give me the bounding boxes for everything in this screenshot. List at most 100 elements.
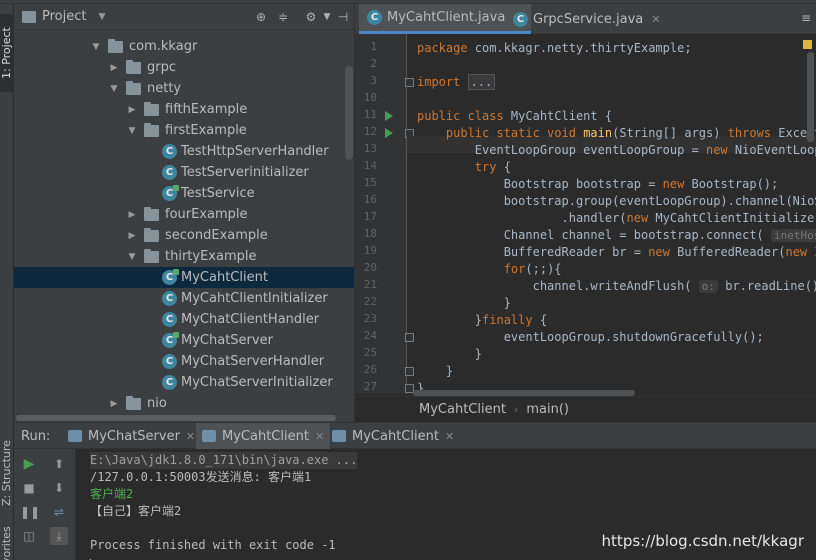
- hide-panel-icon[interactable]: ⊣: [336, 10, 350, 24]
- gear-icon[interactable]: ⚙: [304, 10, 318, 24]
- code-line: channel.writeAndFlush( o: br.readLine()+…: [417, 279, 816, 293]
- run-tab-label: MyCahtClient: [222, 428, 309, 444]
- fold-icon[interactable]: [405, 333, 414, 342]
- close-icon[interactable]: ✕: [651, 13, 660, 26]
- chevron-down-icon[interactable]: ▼: [90, 42, 102, 52]
- tree-package-thirtyexample[interactable]: ▼ thirtyExample: [14, 246, 354, 267]
- fold-icon[interactable]: [405, 367, 414, 376]
- tree-class-mycahtclientinitializer[interactable]: C MyCahtClientInitializer: [14, 288, 354, 309]
- chevron-right-icon[interactable]: ▶: [126, 210, 138, 220]
- project-horizontal-scrollbar[interactable]: [14, 414, 354, 422]
- code-line: for(;;){: [503, 262, 562, 276]
- tool-tab-favorites[interactable]: vorites: [0, 526, 14, 560]
- scroll-thumb[interactable]: [16, 415, 336, 421]
- code-line: }: [417, 296, 511, 310]
- tree-class-mycahtclient[interactable]: C MyCahtClient: [14, 267, 354, 288]
- class-icon: C: [367, 10, 382, 25]
- run-tab-label: MyChatServer: [88, 428, 180, 444]
- project-vertical-scrollbar[interactable]: [345, 66, 353, 160]
- editor-area: C MyCahtClient.java ✕ C GrpcService.java…: [354, 4, 816, 422]
- tree-class-testhttpserverhandler[interactable]: C TestHttpServerHandler: [14, 141, 354, 162]
- tree-package-fourexample[interactable]: ▶ fourExample: [14, 204, 354, 225]
- project-view-selector[interactable]: Project ▼: [22, 9, 105, 24]
- close-icon[interactable]: ✕: [445, 430, 454, 443]
- soft-wrap-icon[interactable]: ⇌: [50, 503, 68, 521]
- tool-tab-project[interactable]: 1: Project: [0, 14, 14, 92]
- class-icon: C: [513, 11, 528, 27]
- pause-icon[interactable]: ❚❚: [20, 503, 40, 521]
- tree-package-netty[interactable]: ▼ netty: [14, 78, 354, 99]
- tree-package-com.kkagr[interactable]: ▼ com.kkagr: [14, 36, 354, 57]
- close-icon[interactable]: ✕: [315, 430, 324, 443]
- class-icon: C: [162, 269, 179, 285]
- class-icon: C: [162, 312, 177, 327]
- scroll-to-end-icon[interactable]: ⤓: [50, 527, 68, 545]
- console-line: Process finished with exit code -1: [90, 538, 336, 552]
- tree-label: fifthExample: [165, 102, 248, 117]
- breadcrumb-method[interactable]: main(): [526, 402, 569, 417]
- tree-package-secondexample[interactable]: ▶ secondExample: [14, 225, 354, 246]
- tab-list-icon[interactable]: ≡: [801, 11, 811, 25]
- code-view[interactable]: package com.kkagr.netty.thirtyExample; im…: [417, 34, 816, 394]
- run-tab-mycahtclient[interactable]: MyCahtClient ✕: [196, 423, 331, 449]
- line-number: 13: [363, 142, 377, 155]
- run-toolbar: ▶ ⬆ ■ ⬇ ❚❚ ⇌ ◫ ⤓: [14, 449, 76, 560]
- chevron-down-icon[interactable]: ▼: [108, 84, 120, 94]
- breadcrumb-class[interactable]: MyCahtClient: [419, 402, 506, 417]
- fold-icon[interactable]: [405, 78, 414, 87]
- package-icon: [144, 101, 159, 116]
- stop-icon[interactable]: ■: [20, 479, 38, 497]
- rerun-icon[interactable]: ▶: [20, 455, 38, 473]
- line-number: 25: [363, 346, 377, 359]
- line-number: 1: [370, 40, 377, 53]
- run-gutter-icon[interactable]: [385, 128, 393, 138]
- tree-label: MyChatServerHandler: [181, 354, 325, 369]
- tool-tab-structure[interactable]: Z: Structure: [0, 430, 14, 516]
- class-icon: C: [162, 354, 177, 369]
- tree-label: thirtyExample: [165, 249, 257, 264]
- chevron-right-icon[interactable]: ▶: [126, 231, 138, 241]
- chevron-down-icon[interactable]: ▼: [126, 252, 138, 262]
- collapse-all-icon[interactable]: ≑: [276, 10, 290, 24]
- tree-package-nio[interactable]: ▶ nio: [14, 393, 354, 414]
- editor-gutter: 1 2 3 10 11 12 13 14 15 16 17 18 19 20 21 22 23 24 25 26 27: [355, 34, 414, 394]
- run-gutter-icon[interactable]: [385, 111, 393, 121]
- class-icon: C: [162, 332, 179, 348]
- chevron-right-icon: ›: [513, 403, 519, 416]
- chevron-right-icon[interactable]: ▶: [126, 105, 138, 115]
- tree-class-mychatclienthandler[interactable]: C MyChatClientHandler: [14, 309, 354, 330]
- console-command-line: E:\Java\jdk1.8.0_171\bin\java.exe ...: [90, 452, 358, 469]
- close-icon[interactable]: ✕: [186, 430, 195, 443]
- tree-package-firstexample[interactable]: ▼ firstExample: [14, 120, 354, 141]
- run-tab-mycahtclient-2[interactable]: MyCahtClient ✕: [326, 423, 460, 449]
- arrow-down-icon[interactable]: ⬇: [50, 479, 68, 497]
- line-number: 15: [363, 176, 377, 189]
- tree-class-mychatserverinitializer[interactable]: C MyChatServerInitializer: [14, 372, 354, 393]
- locate-icon[interactable]: ⊕: [254, 10, 268, 24]
- tree-class-mychatserver[interactable]: C MyChatServer: [14, 330, 354, 351]
- class-icon: C: [162, 291, 177, 306]
- code-line: EventLoopGroup eventLoopGroup = new NioE…: [417, 143, 816, 157]
- console-icon: [332, 430, 346, 442]
- warning-marker-icon[interactable]: [803, 40, 812, 49]
- tree-package-grpc[interactable]: ▶ grpc: [14, 57, 354, 78]
- dump-threads-icon[interactable]: ◫: [20, 527, 38, 545]
- run-tab-mychatserver[interactable]: MyChatServer ✕: [62, 423, 201, 449]
- chevron-right-icon[interactable]: ▶: [108, 63, 120, 73]
- tab-grpcservice[interactable]: C GrpcService.java ✕: [505, 4, 668, 34]
- chevron-right-icon[interactable]: ▶: [108, 399, 120, 409]
- code-line: .handler(new MyCahtClientInitializer());: [417, 211, 816, 225]
- tree-label: MyCahtClient: [181, 270, 268, 285]
- tree-class-testservice[interactable]: C TestService: [14, 183, 354, 204]
- line-number: 26: [363, 363, 377, 376]
- run-label: Run:: [21, 429, 51, 444]
- tree-label: grpc: [147, 60, 176, 75]
- tree-class-testserverinitializer[interactable]: C TestServerinitializer: [14, 162, 354, 183]
- arrow-up-icon[interactable]: ⬆: [50, 455, 68, 473]
- editor-vertical-scrollbar[interactable]: [807, 52, 814, 142]
- tree-package-fifthexample[interactable]: ▶ fifthExample: [14, 99, 354, 120]
- chevron-down-icon[interactable]: ▼: [126, 126, 138, 136]
- code-line: try {: [474, 160, 511, 174]
- tree-class-mychatserverhandler[interactable]: C MyChatServerHandler: [14, 351, 354, 372]
- gear-dropdown-icon[interactable]: ▼: [320, 10, 334, 24]
